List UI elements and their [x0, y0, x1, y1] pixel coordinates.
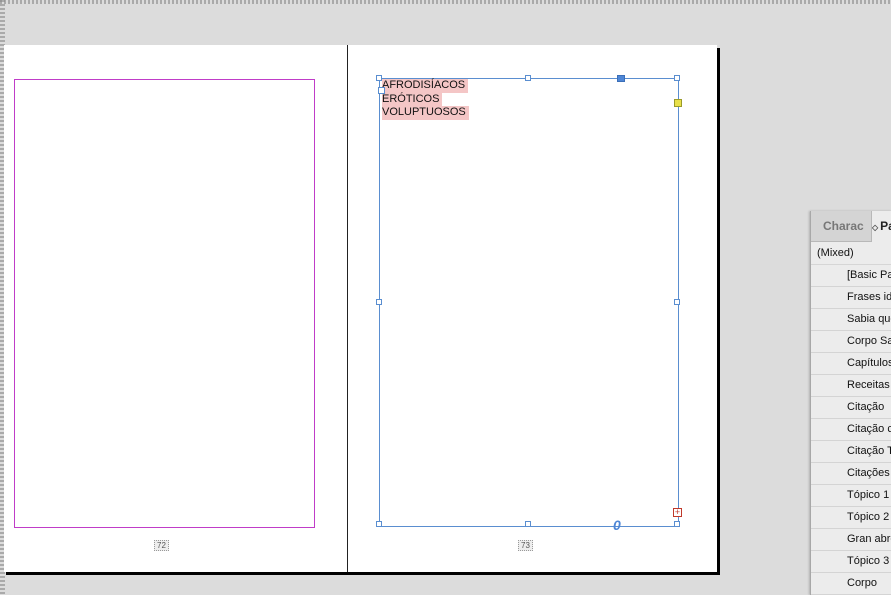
style-item[interactable]: Frases id: [811, 287, 891, 309]
resize-handle-middle-right[interactable]: [674, 299, 680, 305]
tab-updown-arrows-icon: ◇: [872, 223, 879, 232]
resize-handle-top-center[interactable]: [525, 75, 531, 81]
left-page-number-text: 72: [154, 540, 169, 551]
style-item[interactable]: Gran abre: [811, 529, 891, 551]
page-spread[interactable]: 72 73 AFRODISÍACOS ERÓTICOS VOLUPTUOSOS …: [4, 45, 717, 572]
resize-handle-top-right[interactable]: [674, 75, 680, 81]
right-page-number-text: 73: [518, 540, 533, 551]
selected-text-frame[interactable]: AFRODISÍACOS ERÓTICOS VOLUPTUOSOS + 0: [376, 75, 682, 533]
resize-handle-bottom-left[interactable]: [376, 521, 382, 527]
right-page-number: 73: [518, 540, 533, 551]
resize-handle-bottom-right[interactable]: [674, 521, 680, 527]
horizontal-ruler: [0, 0, 891, 4]
frame-anchor-handle[interactable]: [617, 75, 625, 82]
left-page-margin-guides: [14, 79, 315, 528]
style-item[interactable]: Receitas: [811, 375, 891, 397]
panel-tab-bar: Charac ◇Pa: [811, 211, 891, 242]
text-line-3: VOLUPTUOSOS: [382, 106, 469, 120]
style-item[interactable]: Sabia que: [811, 309, 891, 331]
text-line-1: AFRODISÍACOS: [382, 79, 469, 93]
overset-text-out-port-icon[interactable]: +: [673, 508, 682, 517]
left-page-number: 72: [154, 540, 169, 551]
frame-text[interactable]: AFRODISÍACOS ERÓTICOS VOLUPTUOSOS: [382, 79, 469, 120]
style-item[interactable]: Corpo Sa: [811, 331, 891, 353]
style-item[interactable]: Corpo: [811, 573, 891, 595]
style-item[interactable]: Tópico 2: [811, 507, 891, 529]
style-item[interactable]: Capítulos: [811, 353, 891, 375]
spread-spine: [347, 45, 348, 572]
pasteboard[interactable]: 72 73 AFRODISÍACOS ERÓTICOS VOLUPTUOSOS …: [0, 0, 891, 595]
style-item[interactable]: Tópico 1: [811, 485, 891, 507]
live-corner-handle[interactable]: [674, 99, 682, 107]
resize-handle-middle-left[interactable]: [376, 299, 382, 305]
resize-handle-bottom-center[interactable]: [525, 521, 531, 527]
text-in-port[interactable]: [378, 87, 385, 94]
style-item[interactable]: Citação: [811, 397, 891, 419]
style-item[interactable]: Citação T: [811, 441, 891, 463]
style-item[interactable]: [Basic Par: [811, 265, 891, 287]
tab-character-styles[interactable]: Charac: [823, 211, 867, 241]
overset-marker: 0: [613, 517, 621, 533]
style-list: [Basic Par Frases id Sabia que Corpo Sa …: [811, 265, 891, 595]
tab-paragraph-styles[interactable]: ◇Pa: [871, 211, 891, 242]
style-item[interactable]: Citação c: [811, 419, 891, 441]
tab-paragraph-styles-label: Pa: [880, 219, 891, 233]
style-item[interactable]: Citações: [811, 463, 891, 485]
paragraph-styles-panel[interactable]: Charac ◇Pa (Mixed) [Basic Par Frases id …: [810, 211, 891, 595]
text-line-2: ERÓTICOS: [382, 92, 443, 106]
style-item[interactable]: Tópico 3: [811, 551, 891, 573]
resize-handle-top-left[interactable]: [376, 75, 382, 81]
current-style-value: (Mixed): [811, 242, 891, 265]
